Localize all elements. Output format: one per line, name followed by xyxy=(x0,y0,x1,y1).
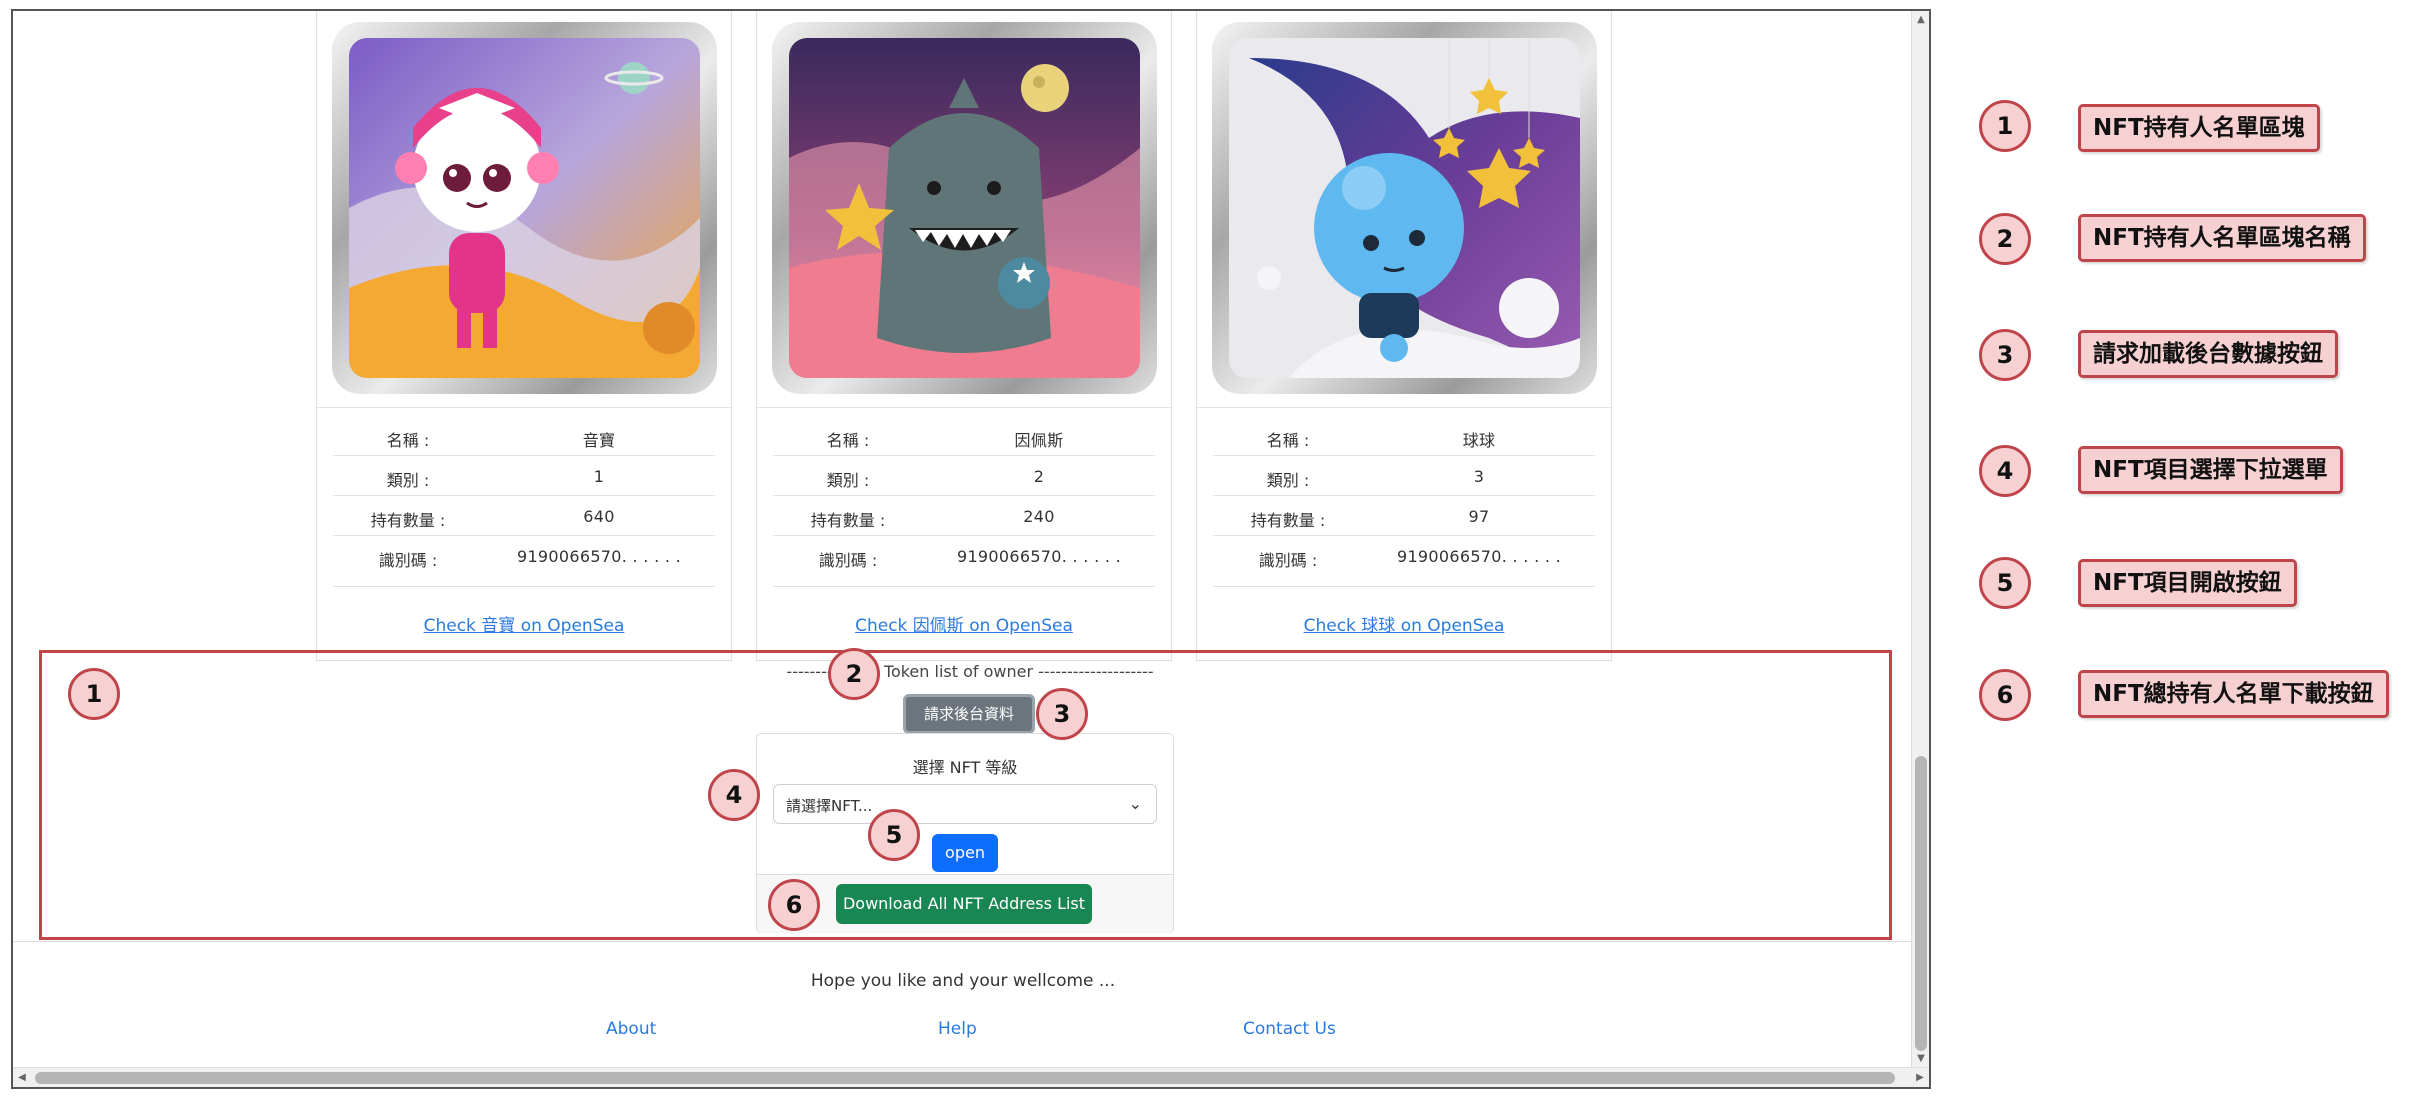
nft-artwork-frame xyxy=(332,22,717,394)
nft-artwork-yinpeisi xyxy=(789,38,1140,378)
field-label: 類別 : xyxy=(386,471,430,490)
legend-marker: 2 xyxy=(1979,213,2031,265)
scroll-right-arrow-icon[interactable]: ▶ xyxy=(1911,1068,1929,1087)
field-value: 9190066570. . . . . . xyxy=(516,547,682,566)
nft-card: 名稱 : 音寶 類別 : 1 持有數量 : 640 識別碼 : 9190066570. … xyxy=(316,11,732,661)
card-divider xyxy=(1197,407,1611,408)
field-label: 類別 : xyxy=(826,471,870,490)
field-label: 名稱 : xyxy=(826,431,870,450)
scroll-down-arrow-icon[interactable]: ▼ xyxy=(1912,1050,1929,1068)
card-divider xyxy=(757,407,1171,408)
field-id-row: 識別碼 : 9190066570. . . . . . xyxy=(333,536,715,576)
card-divider xyxy=(333,586,715,587)
annotation-marker: 3 xyxy=(1036,688,1088,740)
field-category-row: 類別 : 1 xyxy=(333,456,715,496)
scroll-left-arrow-icon[interactable]: ◀ xyxy=(13,1068,31,1087)
legend-label: 請求加載後台數據按鈕 xyxy=(2078,330,2338,378)
footer-link-contact[interactable]: Contact Us xyxy=(1243,1019,1336,1039)
field-value: 640 xyxy=(583,507,615,526)
legend-label: NFT項目選擇下拉選單 xyxy=(2078,446,2343,494)
field-value: 2 xyxy=(1033,467,1045,486)
field-label: 名稱 : xyxy=(386,431,430,450)
legend-marker: 1 xyxy=(1979,100,2031,152)
annotation-marker: 2 xyxy=(828,648,880,700)
footer-divider xyxy=(13,941,1913,942)
field-label: 持有數量 : xyxy=(810,511,886,530)
legend-label: NFT總持有人名單下載按鈕 xyxy=(2078,670,2389,718)
footer-link-about[interactable]: About xyxy=(606,1019,656,1039)
field-label: 識別碼 : xyxy=(818,551,878,570)
nft-artwork-frame xyxy=(1212,22,1597,394)
field-quantity-row: 持有數量 : 640 xyxy=(333,496,715,536)
field-id-row: 識別碼 : 9190066570. . . . . . xyxy=(1213,536,1595,576)
field-value: 球球 xyxy=(1462,431,1496,450)
annotated-screenshot: 名稱 : 音寶 類別 : 1 持有數量 : 640 識別碼 : 9190066570. … xyxy=(0,0,2423,1101)
field-label: 持有數量 : xyxy=(1250,511,1326,530)
field-category-row: 類別 : 3 xyxy=(1213,456,1595,496)
field-label: 持有數量 : xyxy=(370,511,446,530)
field-value: 240 xyxy=(1023,507,1055,526)
vertical-scroll-thumb[interactable] xyxy=(1915,756,1927,1051)
field-name-row: 名稱 : 球球 xyxy=(1213,416,1595,456)
field-value: 9190066570. . . . . . xyxy=(956,547,1122,566)
bubble-boy-illustration xyxy=(1229,38,1580,378)
card-divider xyxy=(317,407,731,408)
field-label: 識別碼 : xyxy=(378,551,438,570)
nft-card: 名稱 : 因佩斯 類別 : 2 持有數量 : 240 識別碼 : 9190066570.… xyxy=(756,11,1172,661)
vertical-scrollbar[interactable]: ▲ ▼ xyxy=(1911,11,1929,1068)
field-value: 因佩斯 xyxy=(1014,431,1064,450)
opensea-link[interactable]: Check 因佩斯 on OpenSea xyxy=(757,611,1171,636)
field-label: 名稱 : xyxy=(1266,431,1310,450)
horizontal-scroll-thumb[interactable] xyxy=(35,1072,1895,1084)
card-divider xyxy=(1213,586,1595,587)
nft-artwork-qiuqiu xyxy=(1229,38,1580,378)
field-label: 識別碼 : xyxy=(1258,551,1318,570)
annotation-marker: 5 xyxy=(868,809,920,861)
field-label: 類別 : xyxy=(1266,471,1310,490)
opensea-link[interactable]: Check 球球 on OpenSea xyxy=(1197,611,1611,636)
field-value: 9190066570. . . . . . xyxy=(1396,547,1562,566)
field-value: 1 xyxy=(593,467,605,486)
horizontal-scrollbar[interactable]: ◀ ▶ xyxy=(13,1067,1929,1087)
opensea-link[interactable]: Check 音寶 on OpenSea xyxy=(317,611,731,636)
field-value: 97 xyxy=(1468,507,1490,526)
legend-label: NFT持有人名單區塊名稱 xyxy=(2078,214,2366,262)
annotation-marker: 1 xyxy=(68,668,120,720)
legend-label: NFT項目開啟按鈕 xyxy=(2078,559,2297,607)
card-divider xyxy=(773,586,1155,587)
annotation-marker: 4 xyxy=(708,769,760,821)
legend-marker: 5 xyxy=(1979,557,2031,609)
nft-artwork-yinbao xyxy=(349,38,700,378)
legend-label: NFT持有人名單區塊 xyxy=(2078,104,2320,152)
scroll-up-arrow-icon[interactable]: ▲ xyxy=(1912,11,1929,29)
astronaut-girl-illustration xyxy=(349,38,700,378)
footer-link-help[interactable]: Help xyxy=(938,1019,977,1039)
field-value: 音寶 xyxy=(582,431,616,450)
field-quantity-row: 持有數量 : 97 xyxy=(1213,496,1595,536)
annotation-marker: 6 xyxy=(768,879,820,931)
footer-message: Hope you like and your wellcome ... xyxy=(810,971,1116,991)
field-name-row: 名稱 : 音寶 xyxy=(333,416,715,456)
legend-marker: 4 xyxy=(1979,445,2031,497)
field-value: 3 xyxy=(1473,467,1485,486)
field-category-row: 類別 : 2 xyxy=(773,456,1155,496)
legend-marker: 6 xyxy=(1979,669,2031,721)
field-quantity-row: 持有數量 : 240 xyxy=(773,496,1155,536)
legend-marker: 3 xyxy=(1979,329,2031,381)
annotation-highlight-box xyxy=(39,650,1892,940)
nft-artwork-frame xyxy=(772,22,1157,394)
field-id-row: 識別碼 : 9190066570. . . . . . xyxy=(773,536,1155,576)
nft-card: 名稱 : 球球 類別 : 3 持有數量 : 97 識別碼 : 9190066570. .… xyxy=(1196,11,1612,661)
shark-monster-illustration xyxy=(789,38,1140,378)
field-name-row: 名稱 : 因佩斯 xyxy=(773,416,1155,456)
